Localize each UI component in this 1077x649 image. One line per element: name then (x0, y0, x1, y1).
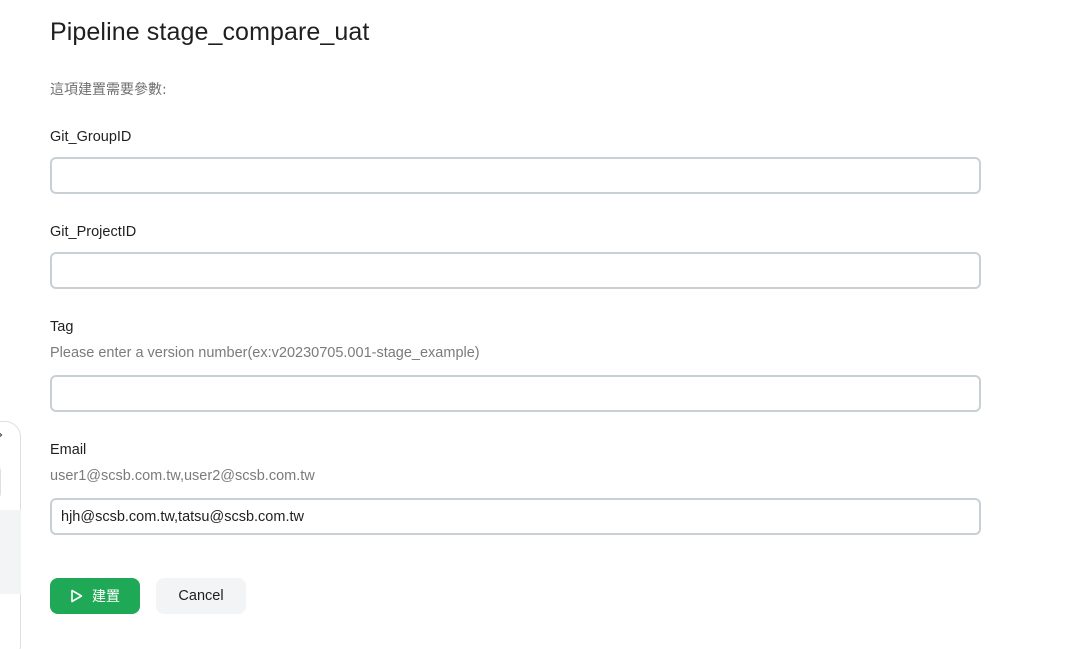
page-title: Pipeline stage_compare_uat (50, 18, 370, 46)
email-input[interactable] (50, 498, 981, 535)
tag-description: Please enter a version number(ex:v202307… (50, 345, 480, 361)
background-panel (0, 421, 21, 649)
build-button[interactable]: 建置 (50, 578, 140, 614)
build-button-label: 建置 (92, 589, 120, 605)
tag-input[interactable] (50, 375, 981, 412)
email-description: user1@scsb.com.tw,user2@scsb.com.tw (50, 468, 315, 484)
parameters-intro: 這項建置需要參數: (50, 82, 167, 98)
background-row (0, 510, 21, 594)
git-groupid-label: Git_GroupID (50, 129, 132, 145)
cancel-button[interactable]: Cancel (156, 578, 246, 614)
git-projectid-input[interactable] (50, 252, 981, 289)
email-label: Email (50, 442, 87, 458)
git-projectid-label: Git_ProjectID (50, 224, 137, 240)
chevron-right-icon (0, 430, 3, 440)
tag-label: Tag (50, 319, 74, 335)
background-chip (0, 464, 1, 500)
page: Pipeline stage_compare_uat 這項建置需要參數: Git… (0, 0, 1077, 649)
play-icon (70, 589, 83, 603)
git-groupid-input[interactable] (50, 157, 981, 194)
